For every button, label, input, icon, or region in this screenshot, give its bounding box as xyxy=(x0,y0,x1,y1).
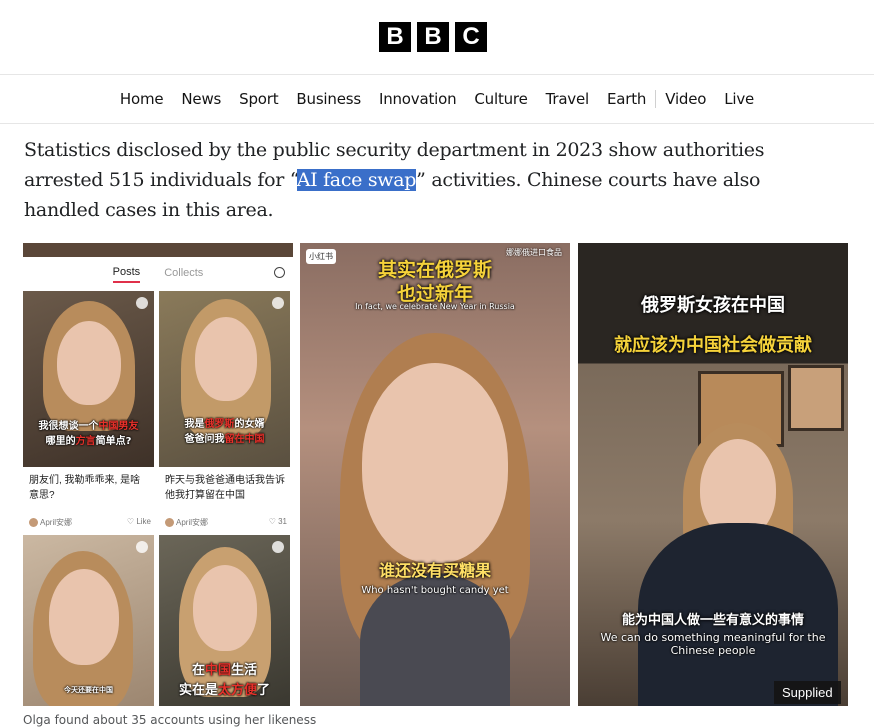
video-caption: 在中国生活 xyxy=(191,663,258,678)
post-card[interactable]: 今天还要在中国 xyxy=(23,535,154,706)
video-caption: 今天还要在中国 xyxy=(64,686,113,694)
video-caption: 实在是太方便了 xyxy=(178,683,271,698)
bbc-logo[interactable]: B B C xyxy=(379,22,487,52)
video-icon xyxy=(136,297,148,309)
nav-live[interactable]: Live xyxy=(715,90,763,108)
main-nav: Home News Sport Business Innovation Cult… xyxy=(0,75,874,124)
nav-earth[interactable]: Earth xyxy=(598,90,657,108)
logo-letter: B xyxy=(417,22,449,52)
nav-sport[interactable]: Sport xyxy=(230,90,287,108)
highlighted-text: AI face swap xyxy=(296,169,417,191)
video-subtitle: 谁还没有买糖果 xyxy=(378,561,491,580)
post-thumbnail: 今天还要在中国 xyxy=(23,535,154,706)
video-title: 就应该为中国社会做贡献 xyxy=(614,335,812,356)
video-caption: 我是俄罗斯的女婿 xyxy=(184,419,265,430)
post-thumbnail: 我是俄罗斯的女婿 爸爸问我留在中国 xyxy=(159,291,290,467)
search-icon[interactable] xyxy=(274,267,285,278)
post-card[interactable]: 在中国生活 实在是太方便了 xyxy=(159,535,290,706)
video-icon xyxy=(272,541,284,553)
like-count: Like xyxy=(136,517,151,526)
like-count: 31 xyxy=(278,517,287,526)
video-caption: 哪里的方言简单点? xyxy=(45,436,132,447)
nav-innovation[interactable]: Innovation xyxy=(370,90,465,108)
article-paragraph: Statistics disclosed by the public secur… xyxy=(24,135,824,225)
video-icon xyxy=(136,541,148,553)
post-meta: April安娜 ♡ Like xyxy=(29,517,151,528)
video-subtitle: 能为中国人做一些有意义的事情 xyxy=(621,613,804,628)
video-icon xyxy=(272,297,284,309)
post-author: April安娜 xyxy=(176,518,209,527)
video-frame-contribute: 俄罗斯女孩在中国 就应该为中国社会做贡献 能为中国人做一些有意义的事情 We c… xyxy=(578,243,848,706)
avatar xyxy=(29,518,38,528)
video-frame-new-year: 小红书 娜娜俄进口食品 其实在俄罗斯 也过新年 In fact, we cele… xyxy=(300,243,570,706)
image-caption: Olga found about 35 accounts using her l… xyxy=(23,713,317,727)
post-title: 昨天与我爸爸通电话我告诉他我打算留在中国 xyxy=(165,475,285,501)
image-credit: Supplied xyxy=(774,681,841,704)
site-header: B B C xyxy=(0,0,874,75)
logo-letter: B xyxy=(379,22,411,52)
video-title: 俄罗斯女孩在中国 xyxy=(641,295,785,316)
nav-travel[interactable]: Travel xyxy=(537,90,598,108)
video-title: 其实在俄罗斯 xyxy=(377,259,492,281)
post-thumbnail: 在中国生活 实在是太方便了 xyxy=(159,535,290,706)
nav-news[interactable]: News xyxy=(172,90,230,108)
post-thumbnail: 我很想谈一个中国男友 哪里的方言简单点? xyxy=(23,291,154,467)
status-bar xyxy=(23,243,293,257)
video-caption: 爸爸问我留在中国 xyxy=(184,434,265,445)
post-author: April安娜 xyxy=(40,518,73,527)
nav-video[interactable]: Video xyxy=(656,90,715,108)
logo-letter: C xyxy=(455,22,487,52)
nav-business[interactable]: Business xyxy=(287,90,370,108)
video-subtitle-translation: Who hasn't bought candy yet xyxy=(361,585,509,596)
nav-home[interactable]: Home xyxy=(111,90,173,108)
video-title-translation: In fact, we celebrate New Year in Russia xyxy=(355,302,515,311)
post-meta: April安娜 ♡ 31 xyxy=(165,517,287,528)
avatar xyxy=(165,518,174,528)
post-card[interactable]: 我很想谈一个中国男友 哪里的方言简单点? 朋友们, 我勒乖乖来, 是啥意思? A… xyxy=(23,291,154,531)
post-card[interactable]: 我是俄罗斯的女婿 爸爸问我留在中国 昨天与我爸爸通电话我告诉他我打算留在中国 A… xyxy=(159,291,290,531)
video-subtitle-translation: We can do something meaningful for the C… xyxy=(600,631,826,657)
nav-culture[interactable]: Culture xyxy=(465,90,536,108)
tab-collects[interactable]: Collects xyxy=(164,267,203,282)
tab-posts[interactable]: Posts xyxy=(112,266,141,283)
post-title: 朋友们, 我勒乖乖来, 是啥意思? xyxy=(29,475,141,501)
profile-tabs: Posts Collects xyxy=(23,257,293,291)
app-screenshot-grid: Posts Collects 我很想谈一个中国男友 哪里的方言简单点? 朋友们,… xyxy=(23,243,293,706)
video-caption: 我很想谈一个中国男友 xyxy=(38,421,139,432)
